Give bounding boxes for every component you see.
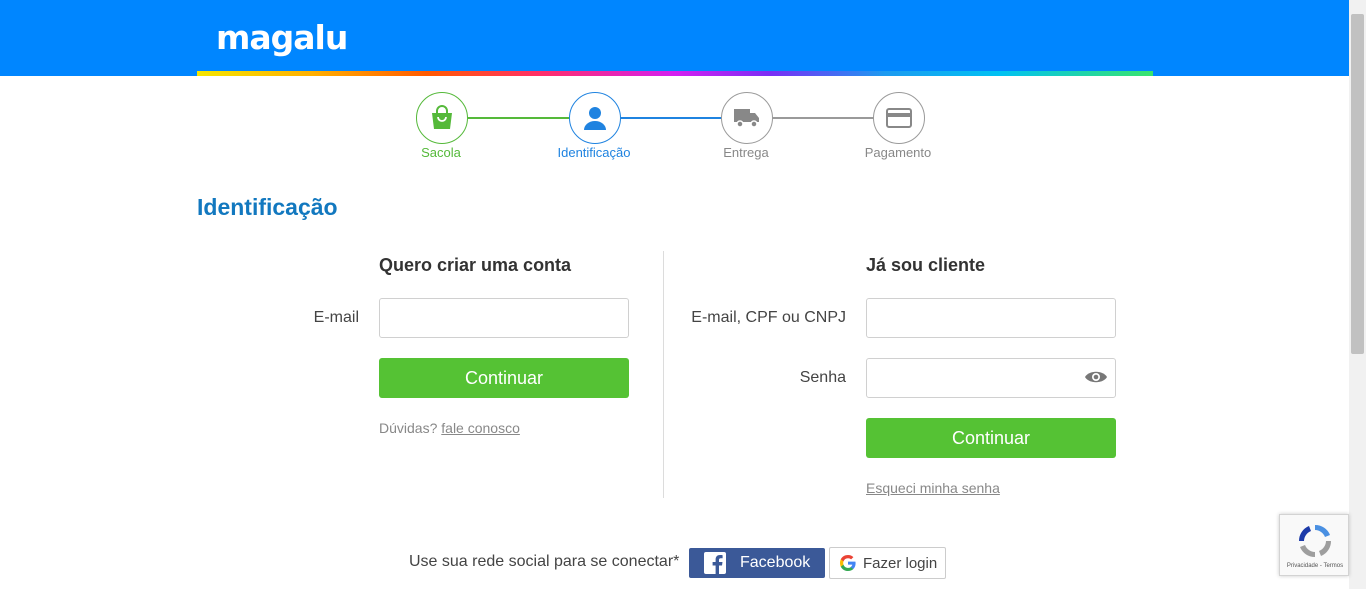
- credit-card-icon: [886, 108, 912, 128]
- step-connector-3: [772, 117, 874, 119]
- step-connector-2: [620, 117, 722, 119]
- truck-icon: [734, 109, 759, 128]
- step-label-identificacao: Identificação: [557, 145, 631, 160]
- shopping-bag-icon: [432, 105, 452, 129]
- section-divider: [663, 251, 664, 498]
- password-field[interactable]: [866, 358, 1116, 398]
- user-icon: [584, 107, 606, 130]
- scrollbar-thumb[interactable]: [1351, 14, 1364, 354]
- google-login-button[interactable]: Fazer login: [829, 547, 946, 579]
- email-field[interactable]: [379, 298, 629, 338]
- password-label: Senha: [799, 369, 846, 386]
- facebook-icon: [704, 552, 726, 574]
- step-sacola[interactable]: [416, 92, 468, 144]
- recaptcha-links[interactable]: Privacidade - Termos: [1280, 563, 1350, 569]
- facebook-login-button[interactable]: Facebook: [689, 548, 825, 578]
- eye-icon: [1085, 371, 1107, 383]
- google-icon: [840, 555, 856, 571]
- login-continue-button[interactable]: Continuar: [866, 418, 1116, 458]
- recaptcha-icon: [1298, 524, 1332, 558]
- step-entrega[interactable]: [721, 92, 773, 144]
- forgot-password-link[interactable]: Esqueci minha senha: [866, 480, 1000, 496]
- magalu-logo[interactable]: magalu: [216, 18, 348, 58]
- help-text: Dúvidas? fale conosco: [379, 420, 520, 436]
- facebook-label: Facebook: [740, 554, 811, 571]
- rainbow-bar: [197, 71, 1153, 76]
- page-title: Identificação: [197, 194, 338, 220]
- recaptcha-badge[interactable]: Privacidade - Termos: [1279, 514, 1349, 576]
- step-identificacao[interactable]: [569, 92, 621, 144]
- step-pagamento[interactable]: [873, 92, 925, 144]
- help-prefix: Dúvidas?: [379, 420, 438, 436]
- step-label-sacola: Sacola: [421, 145, 461, 160]
- social-login-label: Use sua rede social para se conectar*: [409, 553, 680, 570]
- step-label-entrega: Entrega: [723, 145, 769, 160]
- existing-client-title: Já sou cliente: [866, 255, 986, 275]
- create-account-continue-button[interactable]: Continuar: [379, 358, 629, 398]
- contact-us-link[interactable]: fale conosco: [441, 420, 520, 436]
- login-field[interactable]: [866, 298, 1116, 338]
- create-account-title: Quero criar uma conta: [379, 255, 572, 275]
- show-password-toggle[interactable]: [1083, 366, 1109, 388]
- site-header: magalu: [0, 0, 1349, 76]
- email-label: E-mail: [313, 309, 359, 326]
- step-label-pagamento: Pagamento: [864, 145, 932, 160]
- google-label: Fazer login: [863, 554, 938, 572]
- login-label: E-mail, CPF ou CNPJ: [691, 309, 846, 326]
- step-connector-1: [468, 117, 570, 119]
